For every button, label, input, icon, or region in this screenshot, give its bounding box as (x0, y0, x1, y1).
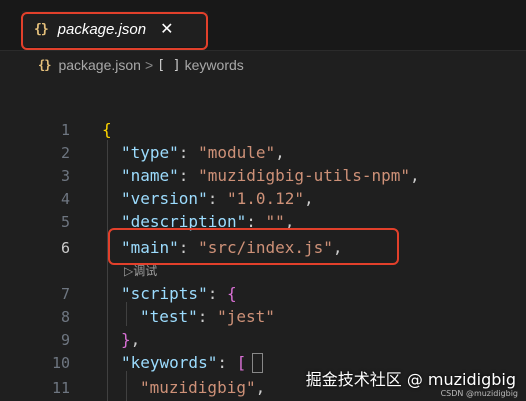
editor-window: {} package.json ✕ {} package.json > [ ] … (0, 0, 526, 401)
line-content: "test": "jest" (140, 307, 275, 326)
watermark: 掘金技术社区 @ muzidigbig (305, 370, 516, 389)
line-content: "scripts": { (121, 284, 237, 303)
line-content: "name": "muzidigbig-utils-npm", (121, 166, 420, 185)
debug-codelens[interactable]: ▷调试 (124, 262, 157, 279)
line-content: "version": "1.0.12", (121, 189, 314, 208)
code-line: 7 "scripts": { (0, 282, 526, 305)
line-number: 2 (60, 143, 70, 162)
tab-package-json[interactable]: {} package.json ✕ (22, 11, 208, 47)
line-number: 6 (60, 238, 70, 257)
watermark-small: CSDN @muzidigbig (440, 389, 518, 398)
array-icon: [ ] (157, 57, 181, 73)
line-number: 4 (60, 189, 70, 208)
line-number: 10 (51, 353, 70, 372)
line-content: "keywords": [ (121, 353, 247, 372)
tab-label: package.json (57, 20, 147, 38)
code-line: 8 "test": "jest" (0, 305, 526, 328)
line-content: "main": "src/index.js", (121, 238, 343, 257)
line-number: 11 (51, 378, 70, 397)
line-number: 3 (60, 166, 70, 185)
line-content: }, (121, 330, 141, 349)
code-line: 3 "name": "muzidigbig-utils-npm", (0, 164, 526, 187)
line-number: 9 (60, 330, 70, 349)
code-line: 1 { (0, 118, 526, 141)
breadcrumb-item-file[interactable]: package.json (58, 57, 141, 73)
code-line: 4 "version": "1.0.12", (0, 187, 526, 210)
line-number: 7 (60, 284, 70, 303)
code-line: 5 "description": "", (0, 210, 526, 233)
line-content: "description": "", (121, 212, 295, 231)
code-line: 6 "main": "src/index.js", (0, 236, 526, 259)
tab-bar: {} package.json ✕ (0, 0, 526, 51)
breadcrumb: {} package.json > [ ] keywords (38, 54, 244, 76)
line-content: "type": "module", (121, 143, 285, 162)
json-file-icon: {} (38, 58, 51, 72)
code-line: 2 "type": "module", (0, 141, 526, 164)
breadcrumb-item-keywords[interactable]: keywords (185, 57, 244, 73)
close-icon[interactable]: ✕ (160, 21, 173, 37)
line-number: 1 (60, 120, 70, 139)
line-content: "muzidigbig", (140, 378, 266, 397)
line-content: { (102, 120, 112, 139)
json-file-icon: {} (34, 21, 49, 37)
line-number: 5 (60, 212, 70, 231)
chevron-right-icon: > (144, 57, 154, 73)
code-line: 9 }, (0, 328, 526, 351)
bracket-match-highlight (252, 353, 263, 373)
code-editor[interactable]: 1 { 2 "type": "module", 3 "name": "muzid… (0, 110, 526, 401)
line-number: 8 (60, 307, 70, 326)
